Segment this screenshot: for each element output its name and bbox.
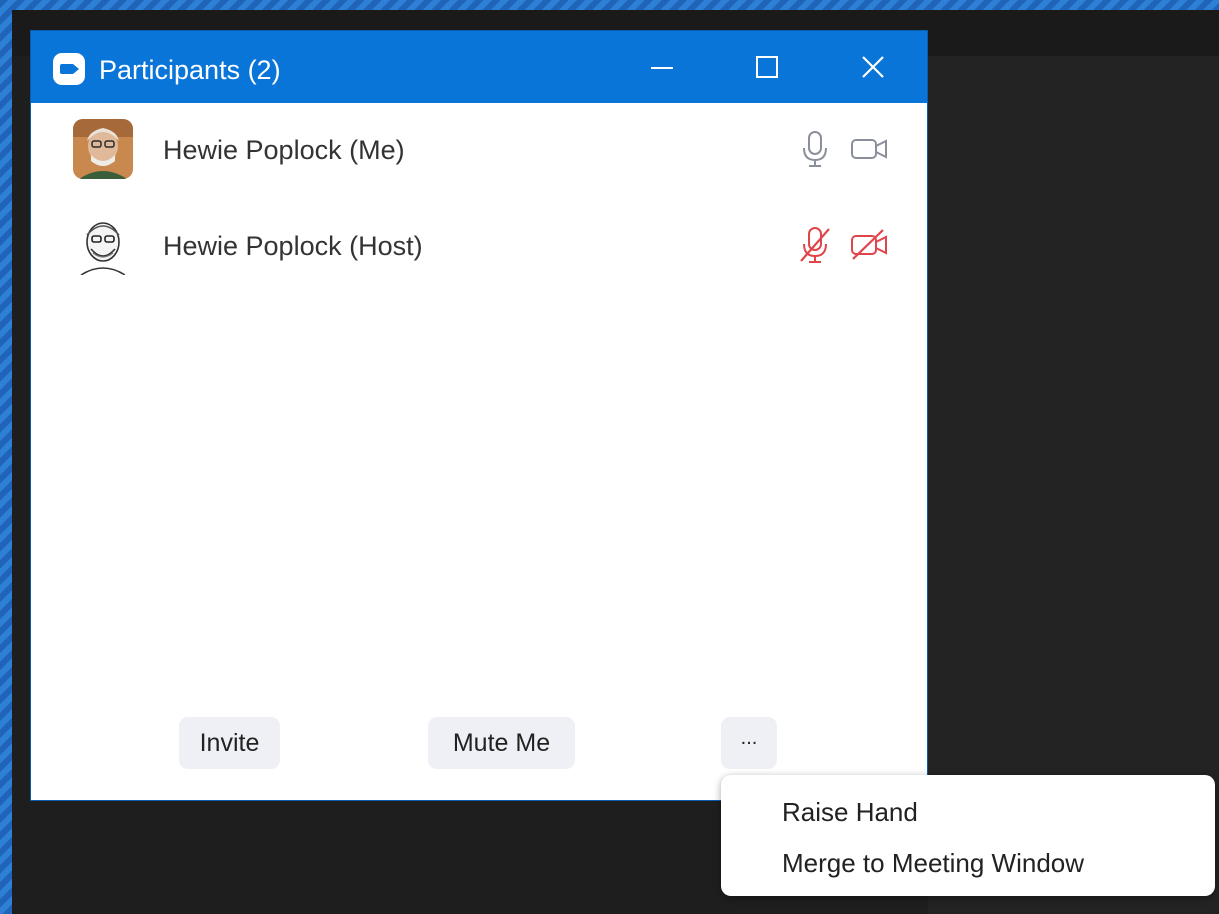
close-icon — [862, 56, 884, 78]
maximize-icon — [756, 56, 778, 78]
close-button[interactable] — [845, 45, 901, 89]
more-options-button[interactable]: ... — [721, 717, 777, 769]
menu-item-label: Merge to Meeting Window — [782, 848, 1085, 878]
participant-row[interactable]: Hewie Poplock (Host) — [31, 209, 927, 281]
minimize-icon — [651, 67, 673, 69]
maximize-button[interactable] — [739, 45, 795, 89]
menu-item-label: Raise Hand — [782, 797, 918, 827]
mute-me-button[interactable]: Mute Me — [428, 717, 575, 769]
minimize-button[interactable] — [634, 45, 690, 89]
titlebar[interactable]: Participants (2) — [31, 31, 927, 103]
participant-name: Hewie Poplock (Host) — [163, 231, 423, 261]
avatar — [73, 215, 133, 275]
video-camera-icon[interactable] — [849, 129, 889, 169]
participants-window: Participants (2) Hewie Poplock (Me) Hewi… — [30, 30, 928, 801]
avatar — [73, 119, 133, 179]
microphone-icon[interactable] — [795, 129, 835, 169]
menu-item-merge-to-meeting-window[interactable]: Merge to Meeting Window — [721, 838, 1215, 888]
menu-item-raise-hand[interactable]: Raise Hand — [721, 787, 1215, 837]
zoom-camera-icon — [53, 53, 85, 85]
video-camera-off-icon[interactable] — [849, 225, 889, 265]
window-title: Participants (2) — [99, 55, 281, 85]
microphone-muted-icon[interactable] — [795, 225, 835, 265]
participant-row[interactable]: Hewie Poplock (Me) — [31, 113, 927, 185]
more-options-menu: Raise Hand Merge to Meeting Window — [721, 775, 1215, 896]
participant-name: Hewie Poplock (Me) — [163, 135, 405, 165]
invite-button[interactable]: Invite — [179, 717, 280, 769]
